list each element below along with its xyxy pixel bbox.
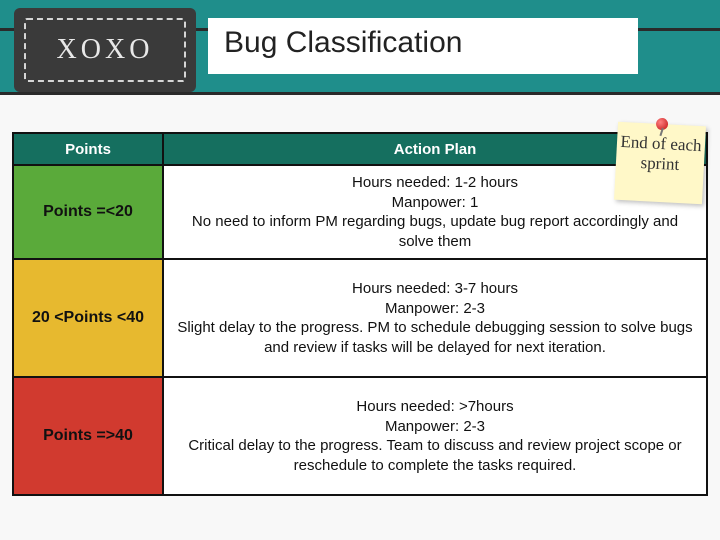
- points-label-green: Points =<20: [13, 165, 163, 259]
- slide-title: Bug Classification: [208, 18, 638, 68]
- points-label-yellow: 20 <Points <40: [13, 259, 163, 377]
- action-cell: Hours needed: 3-7 hours Manpower: 2-3 Sl…: [163, 259, 707, 377]
- logo-chalkboard: XOXO: [14, 8, 196, 92]
- table-row: 20 <Points <40 Hours needed: 3-7 hours M…: [13, 259, 707, 377]
- header-points: Points: [13, 133, 163, 165]
- table-row: Points =<20 Hours needed: 1-2 hours Manp…: [13, 165, 707, 259]
- points-label-red: Points =>40: [13, 377, 163, 495]
- logo-text: XOXO: [57, 34, 154, 66]
- title-box: Bug Classification: [208, 18, 638, 74]
- sticky-text: End of each sprint: [620, 132, 702, 174]
- classification-table: Points Action Plan Points =<20 Hours nee…: [12, 132, 708, 496]
- pin-icon: [656, 118, 669, 131]
- action-cell: Hours needed: >7hours Manpower: 2-3 Crit…: [163, 377, 707, 495]
- table-header-row: Points Action Plan: [13, 133, 707, 165]
- header-rule-bottom: [0, 92, 720, 95]
- sticky-note: End of each sprint: [614, 122, 706, 204]
- table-row: Points =>40 Hours needed: >7hours Manpow…: [13, 377, 707, 495]
